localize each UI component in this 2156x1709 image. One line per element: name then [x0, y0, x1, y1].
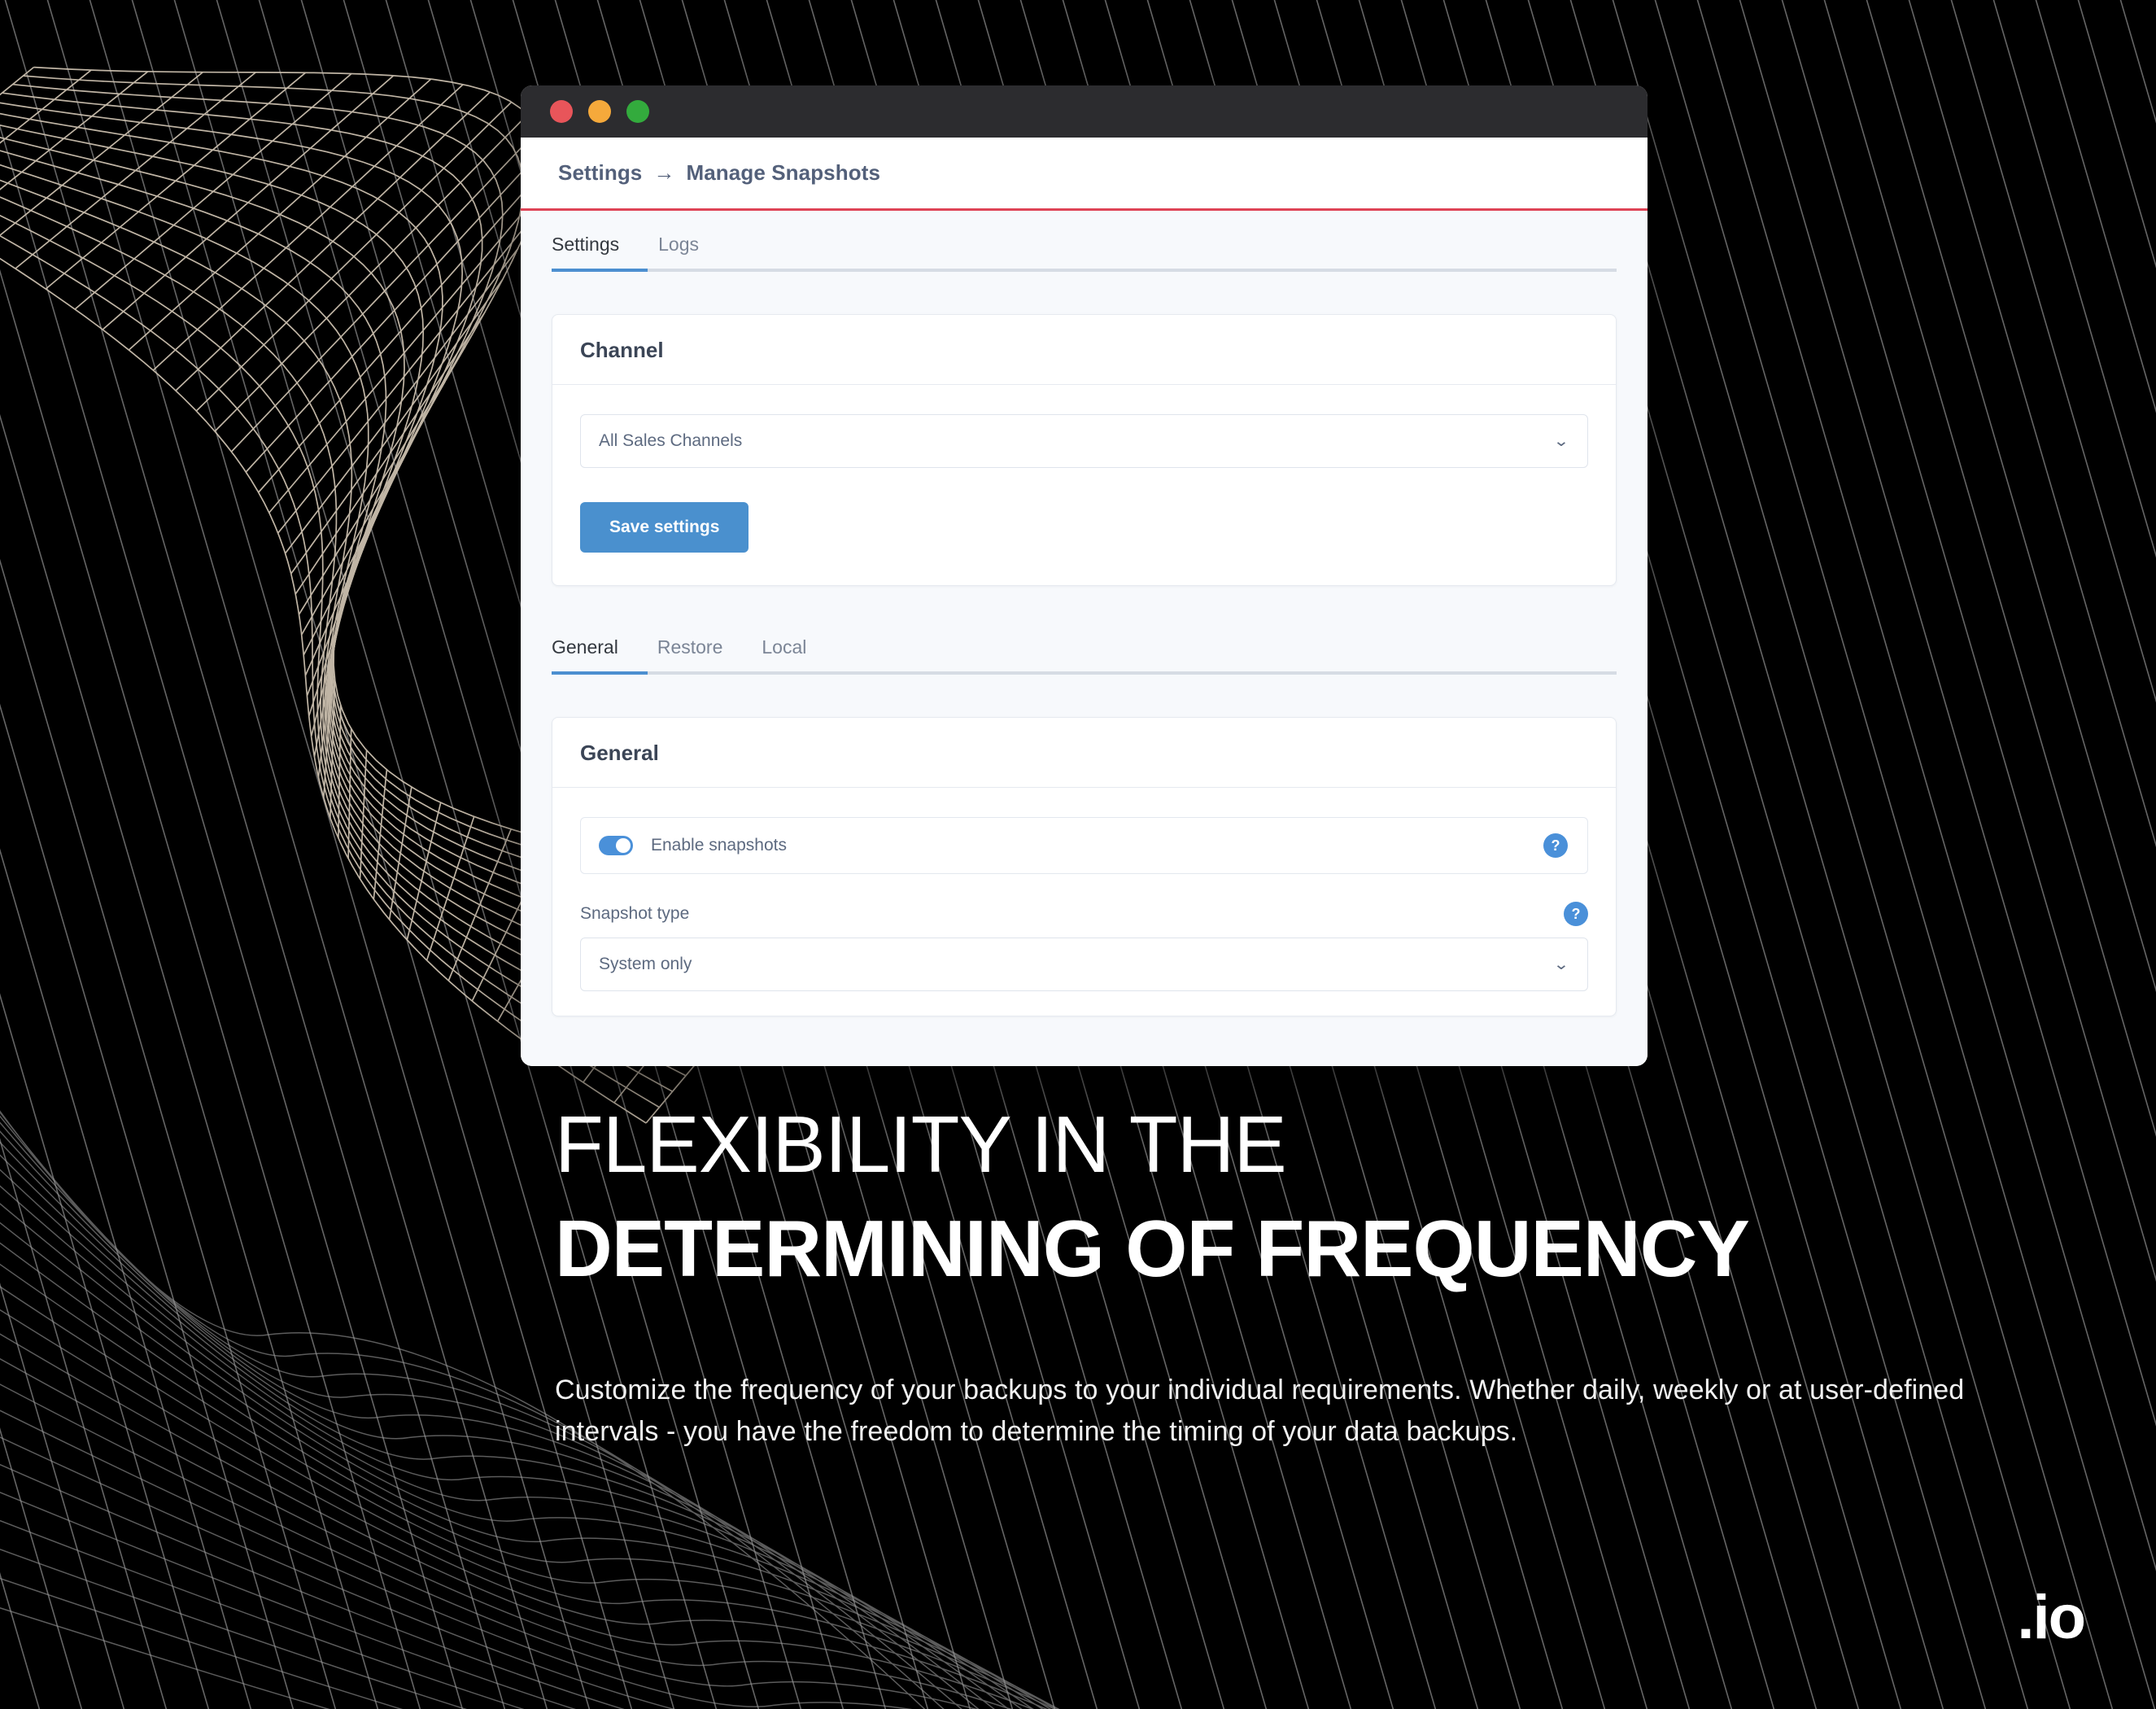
breadcrumb: Settings → Manage Snapshots	[558, 160, 880, 186]
chevron-down-icon: ⌄	[1553, 955, 1569, 973]
browser-window: Settings → Manage Snapshots Settings Log…	[521, 85, 1648, 1066]
window-titlebar	[521, 85, 1648, 138]
top-tab-underline	[552, 269, 1617, 272]
breadcrumb-arrow-icon: →	[653, 160, 675, 185]
hero-body-text: Customize the frequency of your backups …	[555, 1374, 1965, 1448]
snapshot-type-label-row: Snapshot type ?	[580, 902, 1588, 926]
brand-logo: .io	[2017, 1583, 2086, 1652]
snapshot-type-field: Snapshot type ? System only ⌄	[580, 902, 1588, 991]
breadcrumb-root[interactable]: Settings	[558, 160, 642, 186]
headline-line-2: DETERMINING OF FREQUENCY	[555, 1203, 1750, 1293]
tab-general[interactable]: General	[552, 636, 638, 671]
headline-line-1: FLEXIBILITY IN THE	[555, 1099, 1287, 1189]
tab-logs[interactable]: Logs	[639, 234, 718, 269]
breadcrumb-current: Manage Snapshots	[686, 160, 881, 185]
section-tab-active-indicator	[552, 671, 648, 675]
tab-local[interactable]: Local	[742, 636, 826, 671]
channel-card-title: Channel	[552, 315, 1616, 385]
poster-canvas: Settings → Manage Snapshots Settings Log…	[0, 0, 2156, 1709]
enable-snapshots-row[interactable]: Enable snapshots ?	[580, 817, 1588, 874]
channel-card: Channel All Sales Channels ⌄ Save settin…	[552, 314, 1617, 586]
help-icon[interactable]: ?	[1543, 833, 1568, 858]
chevron-down-icon: ⌄	[1553, 432, 1569, 450]
top-tab-active-indicator	[552, 269, 648, 272]
general-card-body: Enable snapshots ? Snapshot type ? Syste…	[552, 788, 1616, 1016]
snapshot-type-label: Snapshot type	[580, 904, 690, 923]
page-content: Settings Logs Channel All Sales Channels…	[521, 211, 1648, 1066]
save-settings-button[interactable]: Save settings	[580, 502, 749, 553]
enable-snapshots-label: Enable snapshots	[651, 836, 787, 854]
tab-restore[interactable]: Restore	[638, 636, 743, 671]
channel-card-body: All Sales Channels ⌄ Save settings	[552, 385, 1616, 585]
section-tab-underline	[552, 671, 1617, 675]
snapshot-type-select[interactable]: System only ⌄	[580, 938, 1588, 991]
help-icon[interactable]: ?	[1564, 902, 1588, 926]
hero-copy: FLEXIBILITY IN THE DETERMINING OF FREQUE…	[555, 1099, 1987, 1453]
top-tabstrip: Settings Logs	[521, 211, 1648, 272]
breadcrumb-bar: Settings → Manage Snapshots	[521, 138, 1648, 208]
toggle-knob	[616, 838, 631, 853]
section-tabs: General Restore Local	[552, 614, 1617, 671]
maximize-icon[interactable]	[626, 100, 649, 123]
channel-select-value: All Sales Channels	[599, 431, 743, 450]
general-card: General Enable snapshots ? Snapshot type…	[552, 717, 1617, 1016]
top-tabs: Settings Logs	[552, 211, 1617, 269]
section-tabstrip: General Restore Local	[521, 614, 1648, 675]
enable-snapshots-toggle[interactable]	[599, 836, 633, 855]
close-icon[interactable]	[550, 100, 573, 123]
general-card-title: General	[552, 718, 1616, 788]
channel-select[interactable]: All Sales Channels ⌄	[580, 414, 1588, 468]
tab-settings[interactable]: Settings	[552, 234, 639, 269]
snapshot-type-value: System only	[599, 955, 692, 973]
minimize-icon[interactable]	[588, 100, 611, 123]
